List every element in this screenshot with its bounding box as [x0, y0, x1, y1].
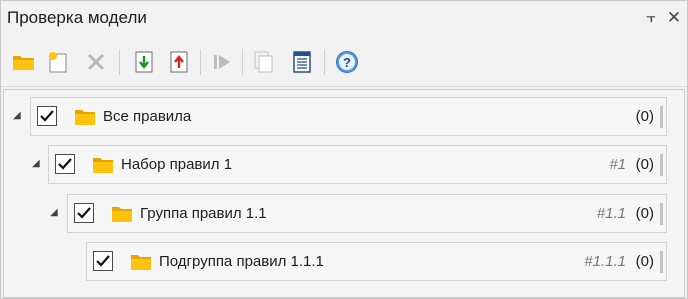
row-grip [660, 154, 663, 176]
import-icon[interactable] [131, 49, 157, 75]
rule-count: (0) [635, 156, 654, 173]
open-folder-icon[interactable] [11, 49, 37, 75]
rule-count: (0) [635, 205, 654, 222]
toolbar-separator [119, 49, 120, 75]
toolbar-separator [324, 49, 325, 75]
panel-title: Проверка модели [7, 8, 147, 27]
rule-number: #1 [609, 156, 626, 173]
folder-icon [93, 158, 113, 173]
rule-name: Подгруппа правил 1.1.1 [159, 253, 324, 270]
rules-tree: ◢ Все правила (0) ◢ Набор правил 1 #1 (0… [3, 89, 685, 298]
tree-row-rule-group[interactable]: Группа правил 1.1 #1.1 (0) [67, 194, 667, 233]
export-icon[interactable] [166, 49, 192, 75]
row-grip [660, 203, 663, 225]
tree-row-rule-subgroup[interactable]: Подгруппа правил 1.1.1 #1.1.1 (0) [86, 242, 667, 281]
row-grip [660, 251, 663, 273]
delete-icon[interactable] [83, 49, 109, 75]
rule-name: Группа правил 1.1 [140, 205, 267, 222]
tree-row-rule-set[interactable]: Набор правил 1 #1 (0) [48, 145, 667, 184]
checkbox[interactable] [93, 251, 113, 271]
checkbox[interactable] [74, 203, 94, 223]
rule-name: Все правила [103, 108, 192, 125]
rule-number: #1.1.1 [584, 253, 626, 270]
collapse-arrow-icon[interactable]: ◢ [32, 158, 40, 169]
folder-icon [75, 110, 95, 125]
rule-name: Набор правил 1 [121, 156, 233, 173]
rule-number: #1.1 [596, 205, 626, 222]
rule-count: (0) [635, 108, 654, 125]
toolbar-separator [242, 49, 243, 75]
run-icon[interactable] [209, 49, 235, 75]
checkbox[interactable] [55, 154, 75, 174]
panel-titlebar: Проверка модели ⫟ ✕ [1, 1, 687, 37]
new-folder-icon[interactable] [45, 49, 71, 75]
svg-text:?: ? [343, 55, 351, 70]
row-grip [660, 106, 663, 128]
checkbox[interactable] [37, 106, 57, 126]
folder-icon [131, 255, 151, 270]
pin-icon[interactable]: ⫟ [642, 7, 660, 29]
toolbar-separator [200, 49, 201, 75]
copy-report-icon[interactable] [250, 49, 276, 75]
help-icon[interactable]: ? [334, 49, 360, 75]
close-icon[interactable]: ✕ [665, 7, 683, 29]
rule-count: (0) [635, 253, 654, 270]
toolbar: ? [1, 37, 687, 87]
collapse-arrow-icon[interactable]: ◢ [13, 110, 21, 121]
folder-icon [112, 207, 132, 222]
model-check-panel: Проверка модели ⫟ ✕ ? ◢ Все правила (0) … [0, 0, 688, 299]
report-icon[interactable] [289, 49, 315, 75]
tree-row-all-rules[interactable]: Все правила (0) [30, 97, 667, 136]
collapse-arrow-icon[interactable]: ◢ [50, 207, 58, 218]
